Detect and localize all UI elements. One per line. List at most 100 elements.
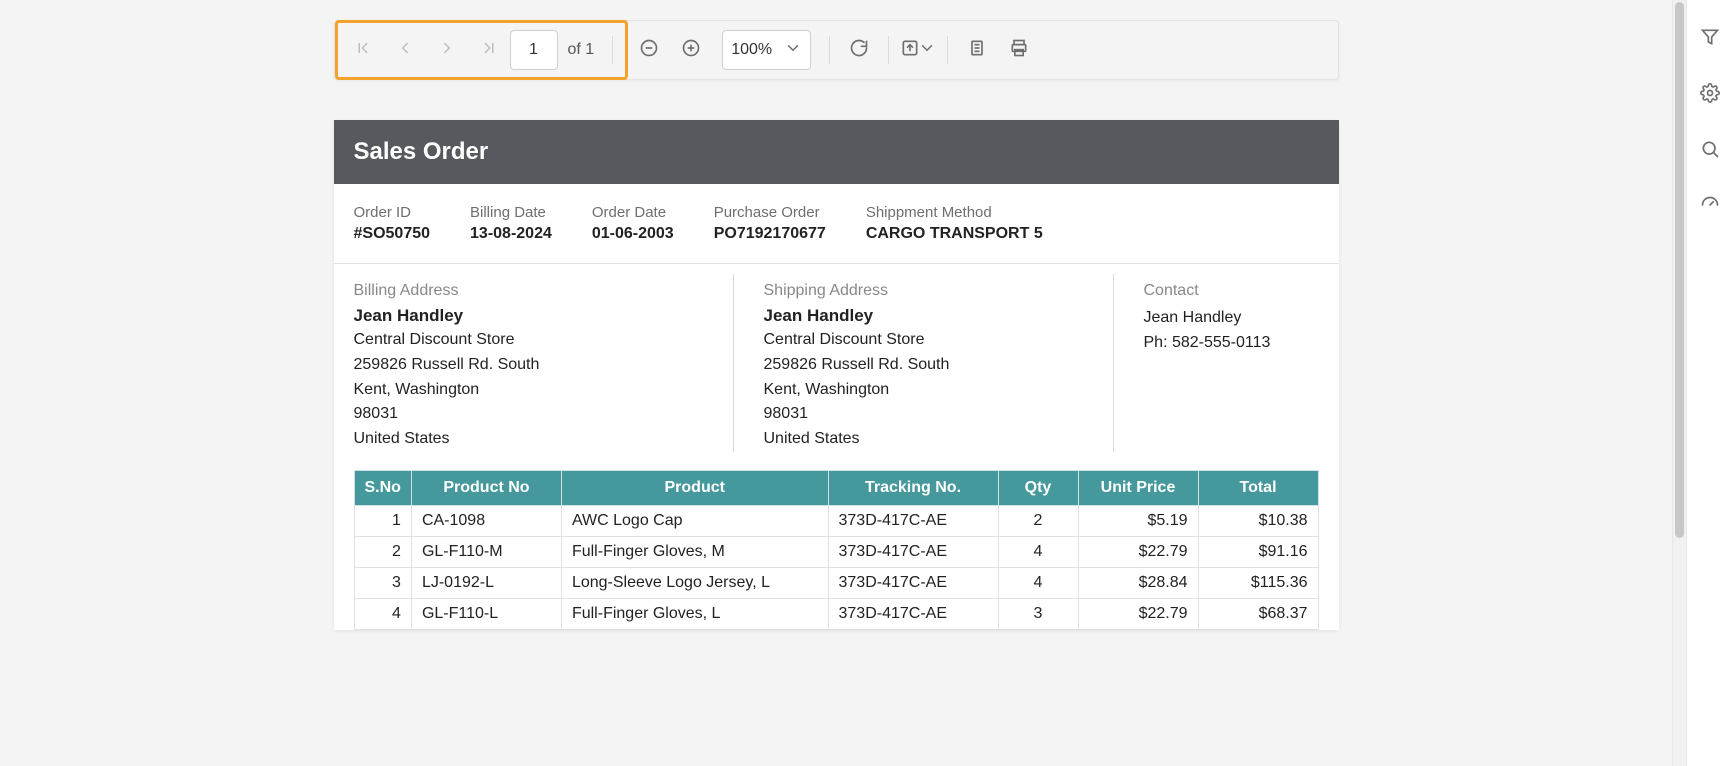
col-unit: Unit Price	[1078, 470, 1198, 505]
toolbar-divider	[947, 36, 948, 64]
last-page-button[interactable]	[468, 29, 510, 71]
cell-pno: LJ-0192-L	[411, 567, 561, 598]
table-row: 1CA-1098AWC Logo Cap373D-417C-AE2$5.19$1…	[354, 505, 1318, 536]
next-page-button[interactable]	[426, 29, 468, 71]
gear-icon	[1700, 83, 1720, 108]
billing-address-line: 98031	[354, 402, 703, 427]
export-icon	[900, 38, 920, 63]
chevron-down-icon	[784, 39, 802, 62]
contact-name: Jean Handley	[1144, 306, 1289, 331]
toolbar-divider	[612, 36, 613, 64]
toolbar-divider	[829, 36, 830, 64]
cell-sno: 2	[354, 536, 411, 567]
gauge-icon	[1700, 195, 1720, 220]
billing-date-value: 13-08-2024	[470, 225, 552, 243]
last-page-icon	[480, 39, 498, 62]
chevron-down-icon	[918, 39, 936, 62]
col-pno: Product No	[411, 470, 561, 505]
scrollbar-thumb[interactable]	[1675, 2, 1684, 538]
page-number-input[interactable]	[510, 30, 558, 70]
billing-address-line: United States	[354, 427, 703, 452]
cell-qty: 4	[998, 567, 1078, 598]
purchase-order-label: Purchase Order	[714, 204, 826, 221]
shipping-address-title: Shipping Address	[764, 282, 1083, 300]
page-icon	[967, 38, 987, 63]
search-button[interactable]	[1699, 140, 1721, 162]
search-icon	[1700, 139, 1720, 164]
cell-product: AWC Logo Cap	[561, 505, 828, 536]
cell-total: $68.37	[1198, 598, 1318, 629]
performance-button[interactable]	[1699, 196, 1721, 218]
col-tracking: Tracking No.	[828, 470, 998, 505]
minus-circle-icon	[639, 38, 659, 63]
cell-unit: $28.84	[1078, 567, 1198, 598]
zoom-out-button[interactable]	[628, 29, 670, 71]
cell-tracking: 373D-417C-AE	[828, 505, 998, 536]
cell-sno: 1	[354, 505, 411, 536]
right-sidebar	[1686, 0, 1732, 766]
cell-sno: 4	[354, 598, 411, 629]
shipping-address-line: Central Discount Store	[764, 328, 1083, 353]
print-icon	[1009, 38, 1029, 63]
order-meta-row: Order ID #SO50750 Billing Date 13-08-202…	[334, 184, 1339, 264]
chevron-left-icon	[396, 39, 414, 62]
cell-product: Full-Finger Gloves, M	[561, 536, 828, 567]
shipping-address-line: Kent, Washington	[764, 378, 1083, 403]
shipping-address-line: United States	[764, 427, 1083, 452]
print-button[interactable]	[998, 29, 1040, 71]
billing-address-line: Kent, Washington	[354, 378, 703, 403]
cell-tracking: 373D-417C-AE	[828, 567, 998, 598]
cell-qty: 4	[998, 536, 1078, 567]
billing-address-title: Billing Address	[354, 282, 703, 300]
toolbar-divider	[888, 36, 889, 64]
settings-button[interactable]	[1699, 84, 1721, 106]
cell-tracking: 373D-417C-AE	[828, 536, 998, 567]
first-page-button[interactable]	[342, 29, 384, 71]
shipping-address-line: 259826 Russell Rd. South	[764, 353, 1083, 378]
page-setup-button[interactable]	[956, 29, 998, 71]
table-row: 3LJ-0192-LLong-Sleeve Logo Jersey, L373D…	[354, 567, 1318, 598]
cell-qty: 3	[998, 598, 1078, 629]
plus-circle-icon	[681, 38, 701, 63]
cell-sno: 3	[354, 567, 411, 598]
cell-pno: GL-F110-M	[411, 536, 561, 567]
contact-title: Contact	[1144, 282, 1289, 300]
report-document: Sales Order Order ID #SO50750 Billing Da…	[334, 120, 1339, 630]
prev-page-button[interactable]	[384, 29, 426, 71]
col-qty: Qty	[998, 470, 1078, 505]
shipment-method-label: Shippment Method	[866, 204, 1043, 221]
address-row: Billing Address Jean Handley Central Dis…	[334, 264, 1339, 470]
zoom-level-value: 100%	[731, 41, 772, 59]
order-date-label: Order Date	[592, 204, 674, 221]
zoom-level-select[interactable]: 100%	[722, 30, 811, 70]
export-button[interactable]	[897, 29, 939, 71]
order-date-value: 01-06-2003	[592, 225, 674, 243]
billing-address-line: 259826 Russell Rd. South	[354, 353, 703, 378]
page-count-label: of 1	[568, 41, 595, 59]
shipping-address-line: 98031	[764, 402, 1083, 427]
col-product: Product	[561, 470, 828, 505]
cell-pno: CA-1098	[411, 505, 561, 536]
purchase-order-value: PO7192170677	[714, 225, 826, 243]
cell-qty: 2	[998, 505, 1078, 536]
report-toolbar: of 1 100%	[334, 20, 1339, 80]
first-page-icon	[354, 39, 372, 62]
table-row: 2GL-F110-MFull-Finger Gloves, M373D-417C…	[354, 536, 1318, 567]
document-title: Sales Order	[334, 120, 1339, 184]
filter-button[interactable]	[1699, 28, 1721, 50]
shipping-address-name: Jean Handley	[764, 306, 1083, 326]
cell-total: $10.38	[1198, 505, 1318, 536]
refresh-icon	[849, 38, 869, 63]
cell-tracking: 373D-417C-AE	[828, 598, 998, 629]
order-id-label: Order ID	[354, 204, 431, 221]
refresh-button[interactable]	[838, 29, 880, 71]
chevron-right-icon	[438, 39, 456, 62]
viewport-scrollbar[interactable]	[1672, 0, 1686, 766]
cell-total: $115.36	[1198, 567, 1318, 598]
cell-pno: GL-F110-L	[411, 598, 561, 629]
billing-address-name: Jean Handley	[354, 306, 703, 326]
items-table: S.No Product No Product Tracking No. Qty…	[354, 470, 1319, 630]
zoom-in-button[interactable]	[670, 29, 712, 71]
contact-phone: Ph: 582-555-0113	[1144, 331, 1289, 356]
cell-unit: $5.19	[1078, 505, 1198, 536]
